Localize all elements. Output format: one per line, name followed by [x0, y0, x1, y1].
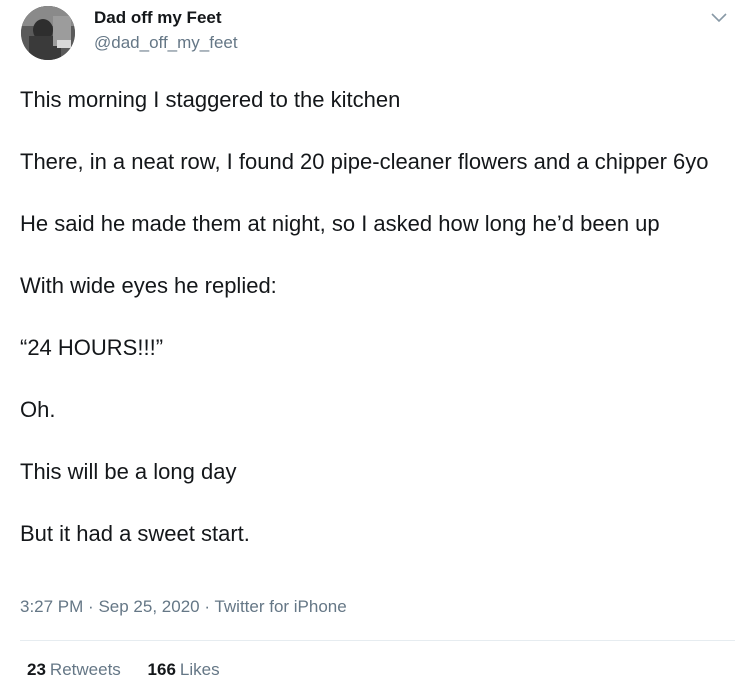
tweet-paragraph: He said he made them at night, so I aske…: [20, 211, 660, 236]
tweet-paragraph: “24 HOURS!!!”: [20, 335, 164, 360]
tweet-meta: 3:27 PM · Sep 25, 2020 · Twitter for iPh…: [20, 597, 347, 617]
tweet-paragraph: This morning I staggered to the kitchen: [20, 87, 401, 112]
retweets-label: Retweets: [49, 660, 121, 679]
avatar[interactable]: [21, 6, 75, 60]
tweet-source[interactable]: Twitter for iPhone: [214, 597, 346, 616]
divider: [20, 640, 735, 641]
tweet-paragraph: This will be a long day: [20, 459, 237, 484]
author-handle[interactable]: @dad_off_my_feet: [94, 33, 238, 53]
tweet-text: This morning I staggered to the kitchen …: [20, 84, 720, 580]
likes-label: Likes: [179, 660, 220, 679]
tweet-stats: 23 Retweets 166 Likes: [27, 660, 242, 680]
meta-separator: ·: [88, 597, 94, 616]
tweet-time[interactable]: 3:27 PM: [20, 597, 83, 616]
tweet-paragraph: But it had a sweet start.: [20, 521, 250, 546]
likes-count: 166: [147, 660, 176, 679]
tweet-date[interactable]: Sep 25, 2020: [98, 597, 199, 616]
meta-separator: ·: [204, 597, 211, 616]
chevron-down-icon[interactable]: [708, 10, 730, 26]
author-display-name[interactable]: Dad off my Feet: [94, 8, 222, 28]
tweet-paragraph: There, in a neat row, I found 20 pipe-cl…: [20, 149, 709, 174]
retweets-count: 23: [27, 660, 46, 679]
retweets-stat[interactable]: 23 Retweets: [27, 660, 121, 680]
tweet-paragraph: Oh.: [20, 397, 56, 422]
likes-stat[interactable]: 166 Likes: [148, 660, 220, 680]
tweet-card: Dad off my Feet @dad_off_my_feet This mo…: [0, 0, 749, 693]
avatar-photo: [21, 6, 75, 60]
tweet-paragraph: With wide eyes he replied:: [20, 273, 277, 298]
